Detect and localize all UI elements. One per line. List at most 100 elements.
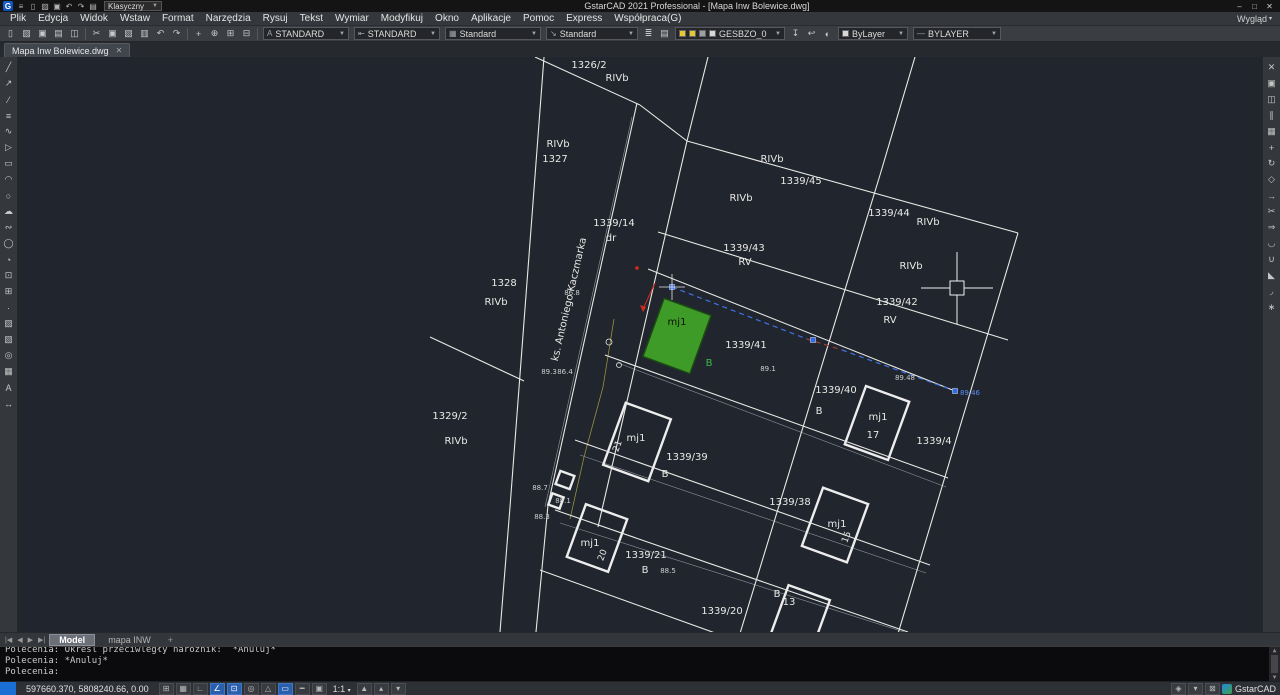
save-icon[interactable]: ▣ bbox=[51, 1, 63, 12]
osnap-icon[interactable]: ⊡ bbox=[227, 683, 242, 695]
menu-widok[interactable]: Widok bbox=[74, 12, 114, 25]
menu-wymiar[interactable]: Wymiar bbox=[329, 12, 375, 25]
undo-icon[interactable]: ↶ bbox=[63, 1, 75, 12]
chamfer-icon[interactable]: ◣ bbox=[1264, 268, 1280, 283]
map-label[interactable]: RIVb bbox=[899, 261, 922, 272]
point-symbol[interactable] bbox=[606, 339, 612, 345]
annotation-visibility-icon[interactable]: ▴ bbox=[374, 683, 389, 695]
plot-preview-icon[interactable]: ◫ bbox=[67, 27, 82, 41]
map-label[interactable]: 1327 bbox=[542, 154, 567, 165]
point-icon[interactable]: · bbox=[1, 300, 17, 315]
polygon-icon[interactable]: ▷ bbox=[1, 140, 17, 155]
map-label[interactable]: mj1 bbox=[828, 519, 847, 530]
mleader-style-combo[interactable]: ↘Standard▼ bbox=[546, 27, 638, 40]
menu-narzędzia[interactable]: Narzędzia bbox=[200, 12, 257, 25]
look-menu[interactable]: Wygląd ▾ bbox=[1237, 14, 1276, 24]
ducs-icon[interactable]: △ bbox=[261, 683, 276, 695]
line-icon[interactable]: ╱ bbox=[1, 60, 17, 75]
paste-icon[interactable]: ▧ bbox=[121, 27, 136, 41]
break-icon[interactable]: ◡ bbox=[1264, 236, 1280, 251]
document-tab[interactable]: Mapa Inw Bolewice.dwg✕ bbox=[4, 43, 130, 57]
map-label[interactable]: RIVb bbox=[729, 193, 752, 204]
workspace-combo[interactable]: Klasyczny ▼ bbox=[104, 1, 162, 11]
fillet-icon[interactable]: ◞ bbox=[1264, 284, 1280, 299]
command-scrollbar[interactable]: ▲ ▼ bbox=[1269, 647, 1280, 681]
map-label[interactable]: 1339/44 bbox=[868, 208, 910, 219]
command-line-panel[interactable]: Polecenia: Określ przeciwległy narożnik:… bbox=[0, 646, 1280, 681]
building-mj1-17-outline[interactable] bbox=[845, 386, 909, 460]
map-label[interactable]: dr bbox=[606, 233, 617, 244]
map-label[interactable]: RIVb bbox=[605, 73, 628, 84]
model-space-icon[interactable]: ▣ bbox=[312, 683, 327, 695]
menu-rysuj[interactable]: Rysuj bbox=[257, 12, 294, 25]
array-icon[interactable]: ▦ bbox=[1264, 124, 1280, 139]
map-label[interactable]: RIVb bbox=[760, 154, 783, 165]
building-mj1-green[interactable] bbox=[643, 298, 711, 373]
map-label[interactable]: 1339/45 bbox=[780, 176, 822, 187]
table-icon[interactable]: ▦ bbox=[1, 364, 17, 379]
circle-icon[interactable]: ○ bbox=[1, 188, 17, 203]
parcel-boundary-line[interactable] bbox=[888, 233, 1018, 632]
annotation-scale-icon[interactable]: ▲ bbox=[357, 683, 372, 695]
map-label[interactable]: RIVb bbox=[484, 297, 507, 308]
stretch-icon[interactable]: → bbox=[1264, 188, 1280, 203]
offset-icon[interactable]: ∥ bbox=[1264, 108, 1280, 123]
menu-tekst[interactable]: Tekst bbox=[294, 12, 329, 25]
add-layout-icon[interactable]: + bbox=[164, 635, 177, 645]
layer-properties-icon[interactable]: ≣ bbox=[641, 27, 656, 41]
map-label[interactable]: 1339/40 bbox=[815, 385, 857, 396]
menu-aplikacje[interactable]: Aplikacje bbox=[465, 12, 517, 25]
grip-handle[interactable] bbox=[811, 338, 816, 343]
map-label[interactable]: RIVb bbox=[546, 139, 569, 150]
undo-icon[interactable]: ↶ bbox=[153, 27, 168, 41]
menu-icon[interactable]: ≡ bbox=[15, 1, 27, 12]
snap-icon[interactable]: ⊞ bbox=[159, 683, 174, 695]
otrack-icon[interactable]: ◎ bbox=[244, 683, 259, 695]
scale-readout[interactable]: 1:1 ▾ bbox=[329, 684, 355, 694]
scale-icon[interactable]: ◇ bbox=[1264, 172, 1280, 187]
map-label[interactable]: 1339/42 bbox=[876, 297, 918, 308]
erase-icon[interactable]: ✕ bbox=[1264, 60, 1280, 75]
map-label[interactable]: 89.3 bbox=[541, 368, 557, 376]
close-button[interactable]: ✕ bbox=[1262, 1, 1277, 12]
menu-plik[interactable]: Plik bbox=[4, 12, 32, 25]
map-label[interactable]: RV bbox=[883, 315, 896, 326]
autoscale-icon[interactable]: ▾ bbox=[391, 683, 406, 695]
zoom-realtime-icon[interactable]: ⊕ bbox=[207, 27, 222, 41]
layer-previous-icon[interactable]: ↩ bbox=[804, 27, 819, 41]
drawing-canvas[interactable]: 1326/2RIVbRIVb1327RIVb1339/45RIVb1339/44… bbox=[18, 57, 1262, 632]
map-label[interactable]: 89.48 bbox=[895, 374, 915, 382]
make-layer-current-icon[interactable]: ↧ bbox=[788, 27, 803, 41]
map-label[interactable]: 88.1 bbox=[555, 497, 571, 505]
map-label[interactable]: 88.3 bbox=[534, 513, 550, 521]
dyn-icon[interactable]: ▭ bbox=[278, 683, 293, 695]
layer-isolate-icon[interactable]: ◐ bbox=[820, 27, 835, 41]
save-icon[interactable]: ▣ bbox=[35, 27, 50, 41]
rotate-icon[interactable]: ↻ bbox=[1264, 156, 1280, 171]
map-label[interactable]: B bbox=[816, 406, 823, 417]
map-label[interactable]: B bbox=[774, 589, 781, 600]
map-label[interactable]: 1339/14 bbox=[593, 218, 635, 229]
menu-format[interactable]: Format bbox=[156, 12, 200, 25]
map-label[interactable]: B bbox=[662, 469, 669, 480]
new-file-icon[interactable]: ▯ bbox=[3, 27, 18, 41]
map-label[interactable]: 1339/20 bbox=[701, 606, 743, 617]
map-label[interactable]: 1339/43 bbox=[723, 243, 765, 254]
copy-icon[interactable]: ▣ bbox=[1264, 76, 1280, 91]
parcel-boundary-line[interactable] bbox=[540, 570, 818, 632]
copy-clip-icon[interactable]: ▣ bbox=[105, 27, 120, 41]
building-mj1-17[interactable] bbox=[845, 386, 909, 460]
layout-nav-icon[interactable]: ◀ bbox=[16, 636, 23, 644]
arc-icon[interactable]: ◠ bbox=[1, 172, 17, 187]
move-icon[interactable]: + bbox=[1264, 140, 1280, 155]
menu-okno[interactable]: Okno bbox=[429, 12, 465, 25]
building-mj1-green-outline[interactable] bbox=[643, 298, 711, 373]
grid-icon[interactable]: ▦ bbox=[176, 683, 191, 695]
map-label[interactable]: RV bbox=[738, 257, 751, 268]
minimize-button[interactable]: – bbox=[1232, 1, 1247, 12]
parcel-boundary-line[interactable] bbox=[430, 337, 524, 381]
revcloud-icon[interactable]: ☁ bbox=[1, 204, 17, 219]
scrollbar-thumb[interactable] bbox=[1271, 655, 1278, 673]
toolbar-lock-icon[interactable]: ◈ bbox=[1171, 683, 1186, 695]
cut-icon[interactable]: ✂ bbox=[89, 27, 104, 41]
